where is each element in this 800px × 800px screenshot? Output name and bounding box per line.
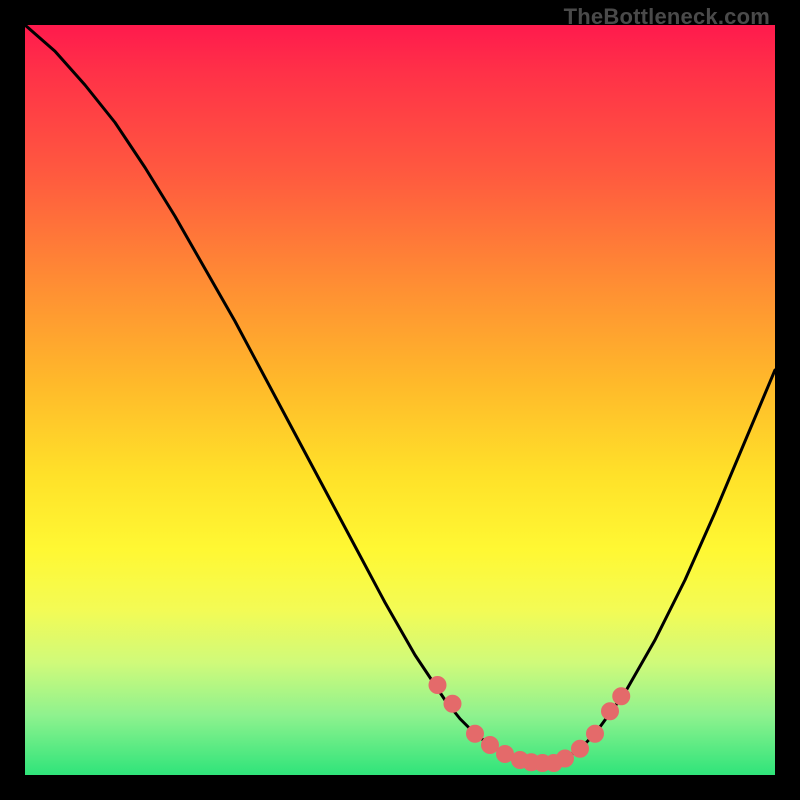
chart-frame <box>25 25 775 775</box>
watermark-text: TheBottleneck.com <box>564 4 770 30</box>
marker-point <box>444 695 461 712</box>
marker-point <box>613 688 630 705</box>
marker-point <box>497 746 514 763</box>
marker-point <box>429 677 446 694</box>
marker-point <box>557 750 574 767</box>
marker-point <box>572 740 589 757</box>
bottleneck-curve-path <box>25 25 775 763</box>
bottleneck-curve <box>25 25 775 763</box>
marker-point <box>602 703 619 720</box>
marker-point <box>587 725 604 742</box>
marker-point <box>482 737 499 754</box>
marker-point <box>467 725 484 742</box>
curve-layer <box>25 25 775 775</box>
highlight-markers <box>429 677 630 772</box>
